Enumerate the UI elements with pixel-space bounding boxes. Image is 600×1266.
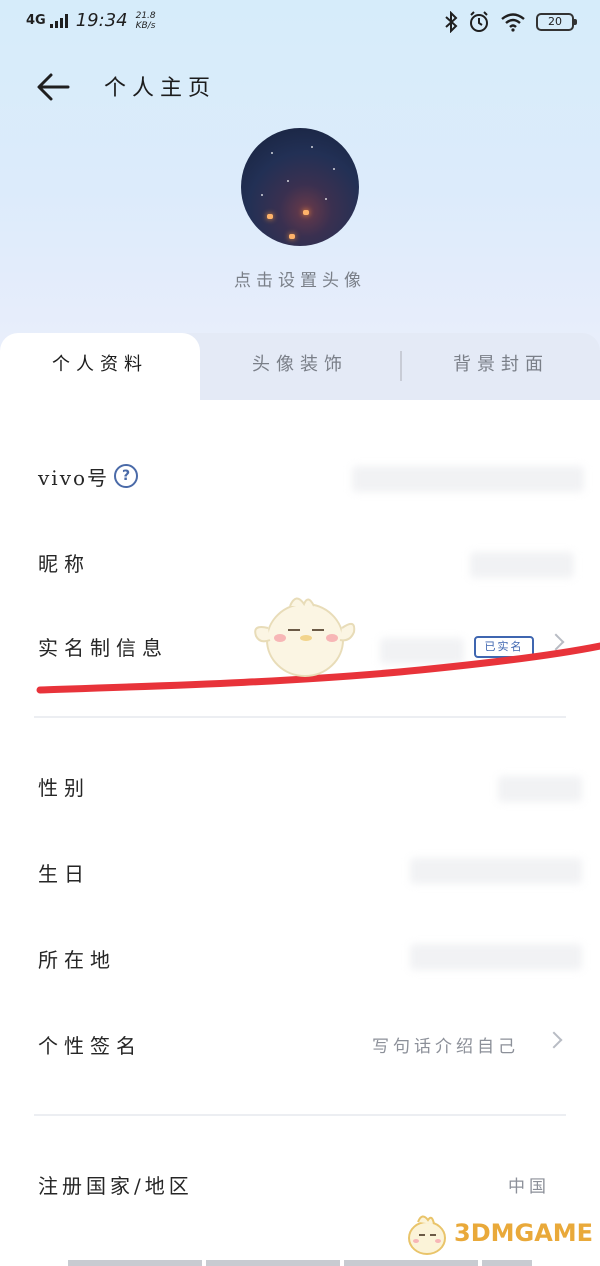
bottom-strip [68,1260,532,1266]
mascot-sticker [254,597,356,677]
watermark-text: 3DMGAME [454,1219,594,1247]
watermark: 3DMGAME [404,1208,593,1258]
watermark-mascot-icon [408,1215,446,1255]
